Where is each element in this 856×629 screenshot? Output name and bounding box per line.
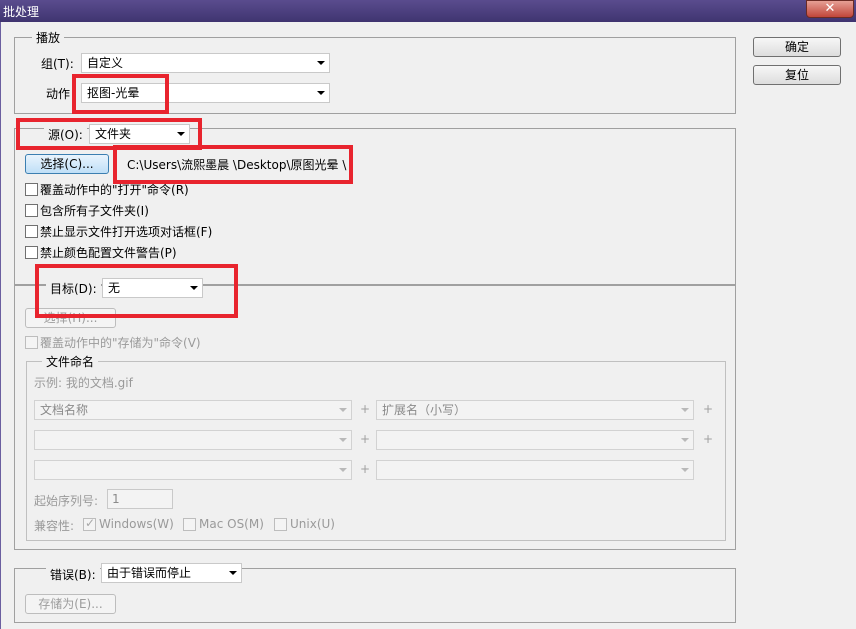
ok-button[interactable]: 确定 [753,37,841,57]
naming-field-2-value: 扩展名（小写） [382,403,467,417]
plus-sign: + [360,462,371,476]
errors-dropdown[interactable]: 由于错误而停止 [101,563,242,583]
suppress-open-options-checkbox[interactable] [25,225,38,238]
plus-sign: + [360,432,371,446]
highlight-box-path [113,145,353,184]
chevron-down-icon [317,91,325,95]
highlight-box-action [72,74,169,114]
set-label: 组(T): [41,57,74,71]
plus-sign: + [703,432,714,446]
naming-field-3[interactable] [34,430,352,450]
chevron-down-icon [681,438,689,442]
title-bar: 批处理 ✕ [0,0,856,22]
compat-unix-checkbox[interactable] [274,518,287,531]
naming-example: 示例: 我的文档.gif [34,376,133,390]
highlight-box-destination [35,264,238,318]
set-value: 自定义 [87,56,124,70]
compat-mac-label: Mac OS(M) [199,517,264,531]
suppress-open-options-label: 禁止显示文件打开选项对话框(F) [40,225,213,239]
chevron-down-icon [339,408,347,412]
override-open-checkbox[interactable] [25,183,38,196]
chevron-down-icon [681,408,689,412]
reset-button[interactable]: 复位 [753,65,841,85]
include-subfolders-label: 包含所有子文件夹(I) [40,204,149,218]
errors-save-as-button[interactable]: 存储为(E)... [25,594,116,614]
source-choose-button[interactable]: 选择(C)... [25,154,109,174]
compat-windows-checkbox[interactable]: ✓ [83,516,96,531]
compat-windows-label: Windows(W) [99,517,174,531]
include-subfolders-checkbox[interactable] [25,204,38,217]
close-icon: ✕ [824,1,836,16]
errors-value: 由于错误而停止 [107,566,192,580]
dialog-body: 确定 复位 播放 组(T): 自定义 动作 抠图-光晕 源(O): 文件夹 选择… [0,22,856,629]
close-button[interactable]: ✕ [806,0,854,18]
action-label: 动作 [46,87,71,101]
naming-field-4[interactable] [376,430,694,450]
start-serial-label: 起始序列号: [34,494,99,508]
naming-field-1[interactable]: 文档名称 [34,400,352,420]
chevron-down-icon [681,468,689,472]
window-title: 批处理 [3,5,40,19]
chevron-down-icon [339,438,347,442]
plus-sign: + [703,402,714,416]
chevron-down-icon [317,61,325,65]
compat-label: 兼容性: [34,519,75,533]
compat-unix-label: Unix(U) [290,517,335,531]
suppress-color-warnings-label: 禁止颜色配置文件警告(P) [40,246,177,260]
set-dropdown[interactable]: 自定义 [81,53,330,73]
suppress-color-warnings-checkbox[interactable] [25,246,38,259]
compat-mac-checkbox[interactable] [183,518,196,531]
override-save-label: 覆盖动作中的"存储为"命令(V) [40,336,201,350]
override-save-checkbox[interactable] [25,336,38,349]
chevron-down-icon [339,468,347,472]
naming-field-1-value: 文档名称 [40,403,89,417]
errors-label: 错误(B): [46,566,100,583]
plus-sign: + [360,402,371,416]
start-serial-input[interactable]: 1 [107,489,173,509]
check-icon: ✓ [85,516,96,530]
naming-field-5[interactable] [34,460,352,480]
naming-field-2[interactable]: 扩展名（小写） [376,400,694,420]
file-naming-legend: 文件命名 [42,353,99,370]
play-legend: 播放 [32,29,65,46]
naming-field-6[interactable] [376,460,694,480]
chevron-down-icon [229,571,237,575]
